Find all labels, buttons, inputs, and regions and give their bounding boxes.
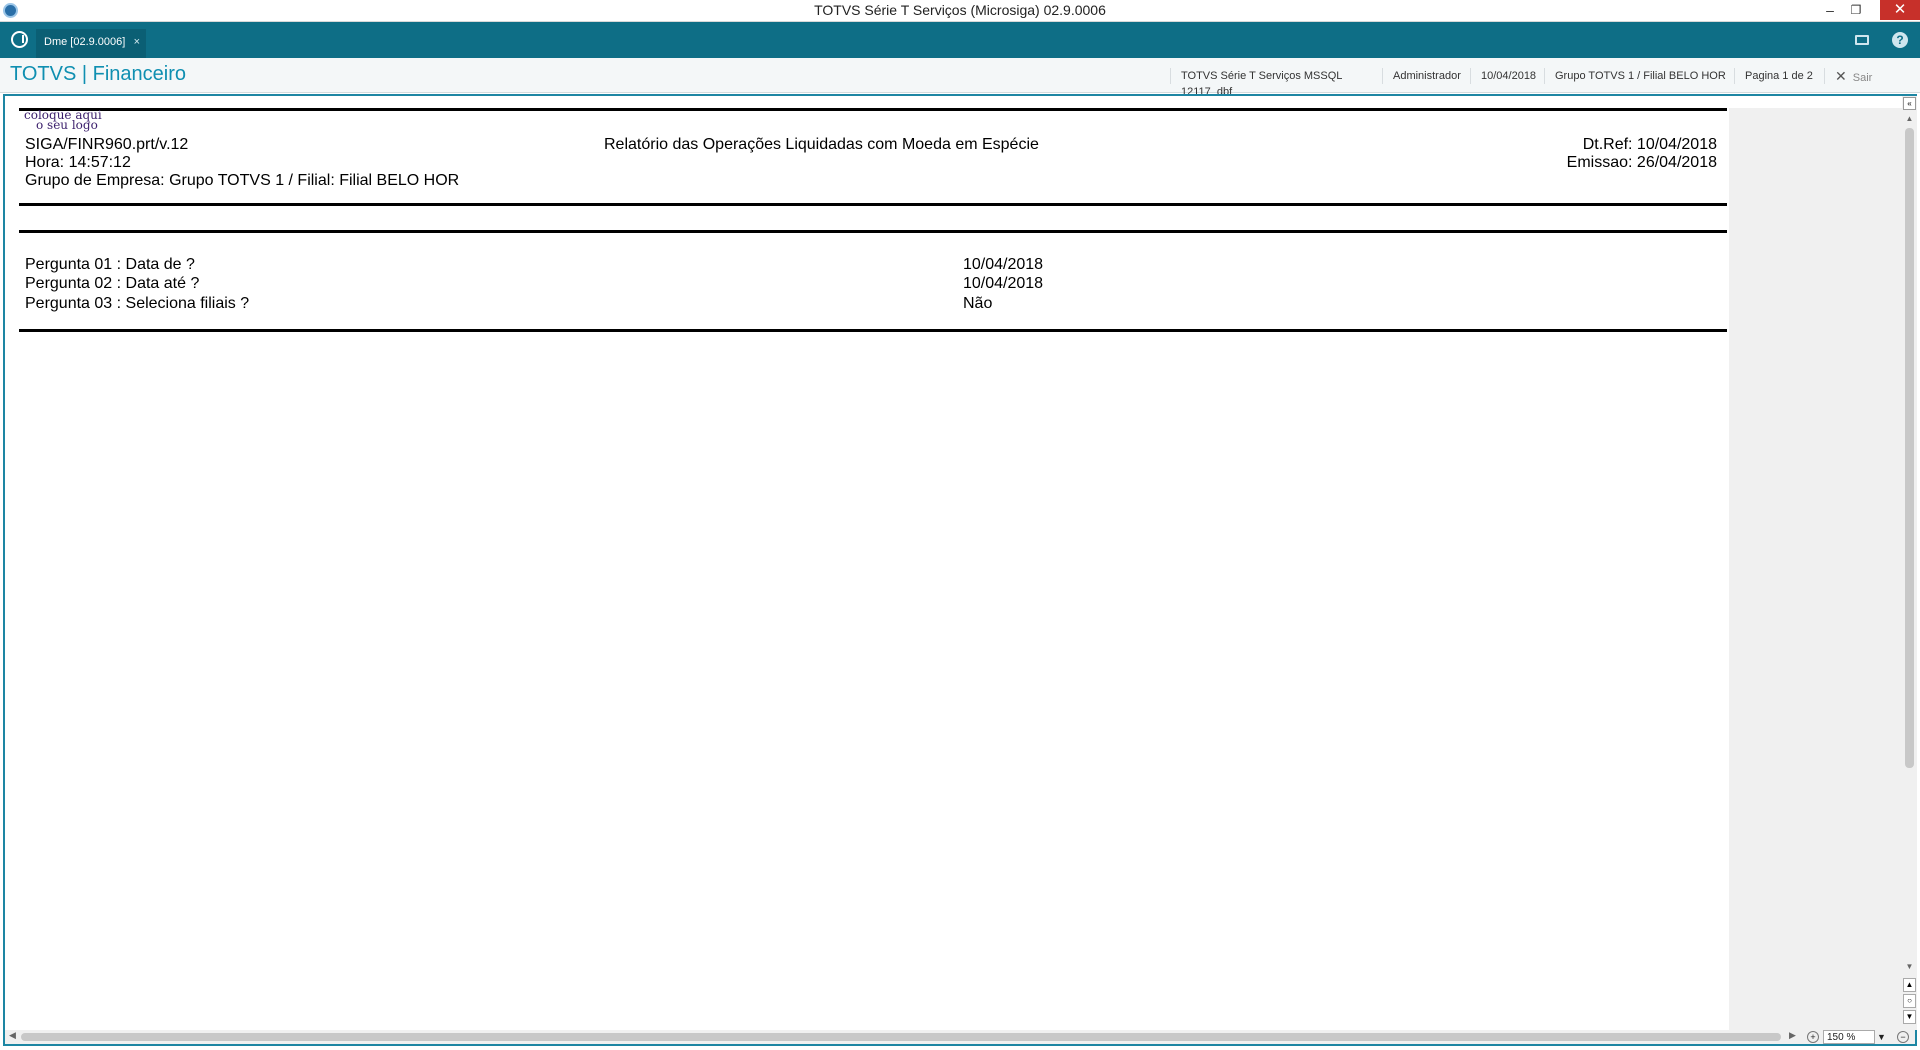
system-info: TOTVS Série T Serviços MSSQL 12117_dbf (1170, 68, 1380, 98)
refresh-icon[interactable]: ○ (1903, 994, 1916, 1008)
exit-icon: ✕ (1835, 68, 1847, 84)
report-viewer: coloque aqui o seu logo SIGA/FINR960.prt… (3, 94, 1917, 1046)
horizontal-scroll-thumb[interactable] (21, 1033, 1781, 1041)
module-header: TOTVS | Financeiro TOTVS Série T Serviço… (0, 58, 1920, 98)
report-grupo: Grupo de Empresa: Grupo TOTVS 1 / Filial… (25, 172, 460, 189)
scroll-up-icon[interactable]: ▲ (1902, 114, 1917, 123)
mail-icon[interactable] (1855, 35, 1869, 45)
scroll-to-top-icon[interactable]: « (1903, 97, 1916, 110)
tab-close-icon[interactable]: × (134, 29, 140, 56)
last-page-icon[interactable]: ▼ (1903, 1010, 1916, 1024)
session-info-strip: TOTVS Série T Serviços MSSQL 12117_dbf A… (1170, 58, 1920, 98)
params-top-divider (19, 230, 1727, 233)
report-emissao: Emissao: 26/04/2018 (1566, 154, 1717, 171)
question-label: Pergunta 03 : Seleciona filiais ? (25, 295, 250, 312)
question-value: Não (963, 295, 993, 312)
first-page-icon[interactable]: ▲ (1903, 978, 1916, 992)
report-program: SIGA/FINR960.prt/v.12 (25, 136, 189, 153)
paper-area: coloque aqui o seu logo SIGA/FINR960.prt… (7, 98, 1731, 1030)
report-hora: Hora: 14:57:12 (25, 154, 131, 171)
logo-line-2: o seu logo (36, 118, 98, 132)
question-value: 10/04/2018 (963, 275, 1044, 292)
params-bottom-divider (19, 329, 1727, 332)
report-dtref: Dt.Ref: 10/04/2018 (1582, 136, 1717, 153)
date-info: 10/04/2018 (1470, 68, 1542, 84)
scroll-left-icon[interactable]: ◀ (9, 1030, 16, 1041)
exit-button[interactable]: ✕ Sair (1824, 68, 1920, 84)
home-power-icon[interactable] (11, 31, 28, 48)
vertical-scrollbar[interactable]: « ▲ ▼ ▲ ○ ▼ (1902, 96, 1917, 1030)
report-title: Relatório das Operações Liquidadas com M… (604, 136, 1039, 153)
module-title: TOTVS | Financeiro (10, 63, 186, 85)
group-info: Grupo TOTVS 1 / Filial BELO HOR (1544, 68, 1732, 84)
header-divider (19, 203, 1727, 206)
horizontal-scrollbar[interactable]: ◀ ▶ + 150 % ▼ − (5, 1030, 1915, 1044)
scroll-down-icon[interactable]: ▼ (1902, 962, 1917, 971)
zoom-in-icon[interactable]: + (1807, 1031, 1819, 1043)
close-window-button[interactable]: ✕ (1880, 0, 1920, 20)
exit-label: Sair (1852, 72, 1873, 84)
zoom-select[interactable]: 150 % (1823, 1030, 1875, 1044)
scroll-right-icon[interactable]: ▶ (1789, 1030, 1796, 1041)
tab-label: Dme [02.9.0006] (44, 36, 126, 48)
page-info: Pagina 1 de 2 (1734, 68, 1822, 84)
question-value: 10/04/2018 (963, 256, 1044, 273)
vertical-scroll-thumb[interactable] (1905, 128, 1914, 768)
window-title: TOTVS Série T Serviços (Microsiga) 02.9.… (814, 2, 1106, 18)
tab-bar: Dme [02.9.0006] × ? (0, 22, 1920, 58)
question-label: Pergunta 02 : Data até ? (25, 275, 200, 292)
user-info: Administrador (1382, 68, 1468, 84)
restore-button[interactable]: ❐ (1844, 0, 1868, 20)
viewer-margin (1729, 108, 1902, 1030)
window-titlebar: TOTVS Série T Serviços (Microsiga) 02.9.… (0, 0, 1920, 22)
report-logo: coloque aqui o seu logo (24, 109, 102, 132)
chevron-down-icon[interactable]: ▼ (1877, 1030, 1886, 1044)
top-divider (19, 108, 1727, 111)
question-label: Pergunta 01 : Data de ? (25, 256, 195, 273)
help-icon[interactable]: ? (1892, 32, 1908, 48)
report-page: coloque aqui o seu logo SIGA/FINR960.prt… (19, 108, 1727, 1030)
zoom-control: + 150 % ▼ − (1805, 1030, 1915, 1044)
zoom-out-icon[interactable]: − (1897, 1031, 1909, 1043)
tab-dme[interactable]: Dme [02.9.0006] × (36, 29, 146, 58)
minimize-button[interactable]: – (1818, 0, 1842, 20)
